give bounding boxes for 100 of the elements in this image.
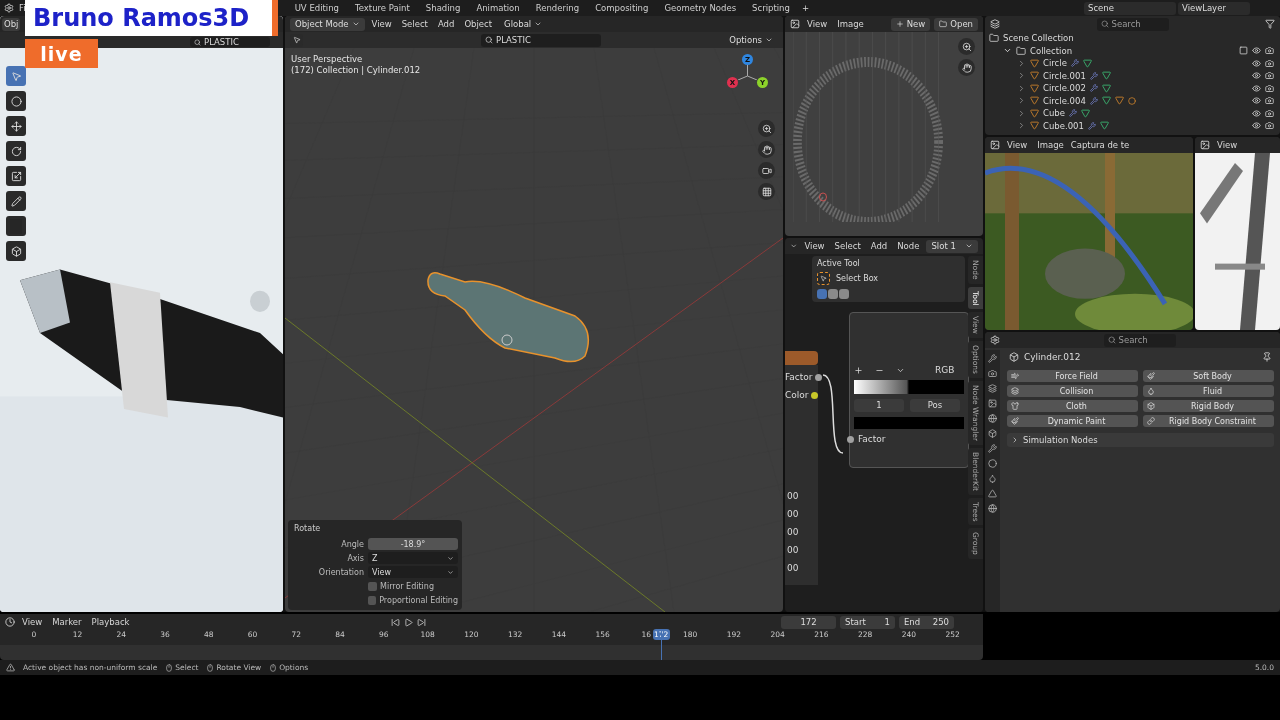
outliner-row[interactable]: Circle.004: [985, 94, 1280, 107]
clock-icon[interactable]: [5, 617, 15, 627]
tab-icon[interactable]: [988, 384, 997, 393]
tool-button[interactable]: [6, 191, 26, 211]
menu-item[interactable]: Playback: [88, 617, 133, 627]
eye-icon[interactable]: [1252, 121, 1261, 131]
frame-field[interactable]: 172: [781, 615, 836, 629]
add-icon[interactable]: [854, 365, 863, 375]
play-icon[interactable]: [403, 617, 413, 627]
editor-icon[interactable]: [990, 335, 1000, 345]
checkbox-icon[interactable]: [1239, 46, 1248, 56]
search-field[interactable]: PLASTIC: [190, 37, 270, 47]
end-field[interactable]: End 250: [899, 615, 954, 629]
start-field[interactable]: Start 1: [840, 615, 895, 629]
eye-icon[interactable]: [1252, 108, 1261, 118]
tool-button[interactable]: [6, 241, 26, 261]
tab-icon[interactable]: [988, 354, 997, 363]
checkbox[interactable]: Mirror Editing: [368, 580, 458, 592]
outliner-row[interactable]: Scene Collection: [985, 32, 1280, 45]
physics-button[interactable]: Collision: [1007, 385, 1138, 397]
physics-button[interactable]: Fluid: [1143, 385, 1274, 397]
orientation-dropdown[interactable]: Global: [499, 17, 548, 31]
zoom-button[interactable]: [758, 120, 775, 137]
tool-button[interactable]: [6, 141, 26, 161]
chevron-icon[interactable]: [1017, 108, 1026, 118]
slot-dropdown[interactable]: Slot 1: [926, 239, 978, 253]
menu-item[interactable]: View: [19, 617, 46, 627]
workspace-tab[interactable]: Scripting: [745, 1, 797, 15]
menu-item[interactable]: View: [804, 19, 831, 29]
options-dropdown[interactable]: Options: [724, 33, 778, 47]
section-header[interactable]: Simulation Nodes: [1007, 433, 1274, 447]
image-icon[interactable]: [790, 19, 800, 29]
camera-icon[interactable]: [1265, 83, 1274, 93]
camera-icon[interactable]: [1265, 121, 1274, 131]
socket-dot[interactable]: [847, 435, 854, 443]
physics-button[interactable]: Rigid Body: [1143, 400, 1274, 412]
menu-item[interactable]: View: [1004, 140, 1031, 150]
outliner-row[interactable]: Cube.001: [985, 119, 1280, 132]
tab-icon[interactable]: [988, 444, 997, 453]
jump-start-icon[interactable]: [390, 617, 400, 627]
chevron-icon[interactable]: [1017, 96, 1026, 106]
eye-icon[interactable]: [1252, 83, 1261, 93]
scene-field[interactable]: Scene: [1084, 1, 1176, 15]
camera-icon[interactable]: [1265, 46, 1274, 56]
tool-button[interactable]: [6, 116, 26, 136]
tab-icon[interactable]: [988, 369, 997, 378]
outliner-row[interactable]: Circle.001: [985, 69, 1280, 82]
view-layer-field[interactable]: ViewLayer: [1178, 1, 1250, 15]
camera-icon[interactable]: [1265, 58, 1274, 68]
pin-icon[interactable]: [1262, 352, 1272, 362]
workspace-tab[interactable]: UV Editing: [287, 1, 346, 15]
physics-button[interactable]: Soft Body: [1143, 370, 1274, 382]
add-tab-button[interactable]: +: [798, 3, 813, 13]
layers-icon[interactable]: [990, 19, 1000, 29]
physics-button[interactable]: Dynamic Paint: [1007, 415, 1138, 427]
chevron-down-icon[interactable]: [790, 242, 798, 250]
menu-item[interactable]: Image: [834, 19, 867, 29]
chevron-icon[interactable]: [1017, 121, 1026, 131]
grid-button[interactable]: [758, 183, 775, 200]
checkbox[interactable]: Proportional Editing: [368, 594, 458, 606]
socket-dot[interactable]: [814, 373, 822, 381]
dropdown[interactable]: Z: [368, 552, 458, 564]
eye-icon[interactable]: [1252, 71, 1261, 81]
chevron-icon[interactable]: [1017, 83, 1026, 93]
search-field[interactable]: PLASTIC: [481, 33, 601, 47]
open-button[interactable]: Open: [934, 17, 978, 31]
zoom-button[interactable]: [958, 38, 975, 55]
outliner-row[interactable]: Circle.002: [985, 82, 1280, 95]
search-field[interactable]: Search: [1096, 17, 1169, 31]
menu-item[interactable]: Marker: [49, 617, 85, 627]
mode-dropdown[interactable]: Obj: [2, 17, 21, 31]
eye-icon[interactable]: [1252, 58, 1261, 68]
eye-icon[interactable]: [1252, 96, 1261, 106]
index-field[interactable]: 1: [854, 399, 904, 412]
workspace-tab[interactable]: Shading: [418, 1, 468, 15]
workspace-tab[interactable]: Compositing: [588, 1, 656, 15]
tab-icon[interactable]: [988, 429, 997, 438]
menu-item[interactable]: Object: [461, 19, 496, 29]
outliner-row[interactable]: Cube: [985, 107, 1280, 120]
tool-button[interactable]: [6, 166, 26, 186]
menu-item[interactable]: View: [1214, 140, 1241, 150]
tab-icon[interactable]: [988, 504, 997, 513]
number-field[interactable]: -18.9°: [368, 538, 458, 550]
tab-icon[interactable]: [988, 399, 997, 408]
jump-end-icon[interactable]: [416, 617, 426, 627]
eye-icon[interactable]: [1252, 46, 1261, 56]
mode-dropdown[interactable]: Object Mode: [290, 17, 365, 31]
chevron-icon[interactable]: [1017, 58, 1026, 68]
menu-item[interactable]: View: [368, 19, 395, 29]
pan-button[interactable]: [758, 141, 775, 158]
physics-button[interactable]: Cloth: [1007, 400, 1138, 412]
search-field[interactable]: Search: [1103, 333, 1176, 347]
menu-item[interactable]: Select: [831, 241, 864, 251]
camera-icon[interactable]: [1265, 108, 1274, 118]
menu-item[interactable]: Image: [1034, 140, 1067, 150]
position-field[interactable]: Pos: [910, 399, 960, 412]
chevron-icon[interactable]: [1017, 71, 1026, 81]
outliner-row[interactable]: Circle: [985, 57, 1280, 70]
socket-dot[interactable]: [810, 391, 818, 399]
menu-item[interactable]: Node: [894, 241, 923, 251]
